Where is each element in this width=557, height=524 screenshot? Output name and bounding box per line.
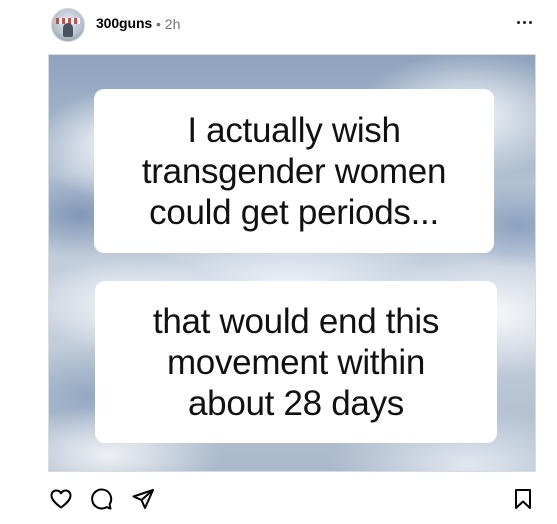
comment-button[interactable] <box>88 486 114 512</box>
post-header: 300guns • 2h <box>0 0 557 52</box>
more-dot <box>516 20 520 24</box>
avatar-figure <box>63 23 73 37</box>
save-button[interactable] <box>510 486 536 512</box>
share-icon <box>132 489 154 509</box>
caption-text-top: I actually wish transgender women could … <box>141 110 447 232</box>
caption-text-bottom: that would end this movement within abou… <box>152 301 440 423</box>
heart-icon <box>50 489 72 509</box>
like-button[interactable] <box>48 486 74 512</box>
avatar[interactable] <box>51 8 85 42</box>
more-dot <box>528 20 532 24</box>
caption-box-bottom: that would end this movement within abou… <box>95 281 497 443</box>
post-timestamp[interactable]: • 2h <box>156 16 180 32</box>
username-link[interactable]: 300guns <box>96 15 152 31</box>
post-image[interactable]: I actually wish transgender women could … <box>48 54 536 472</box>
bookmark-icon <box>515 489 531 509</box>
more-dot <box>522 20 526 24</box>
more-options-icon[interactable] <box>513 12 535 32</box>
comment-icon <box>91 488 113 510</box>
share-button[interactable] <box>130 486 156 512</box>
caption-box-top: I actually wish transgender women could … <box>94 89 494 253</box>
action-bar <box>0 478 557 518</box>
